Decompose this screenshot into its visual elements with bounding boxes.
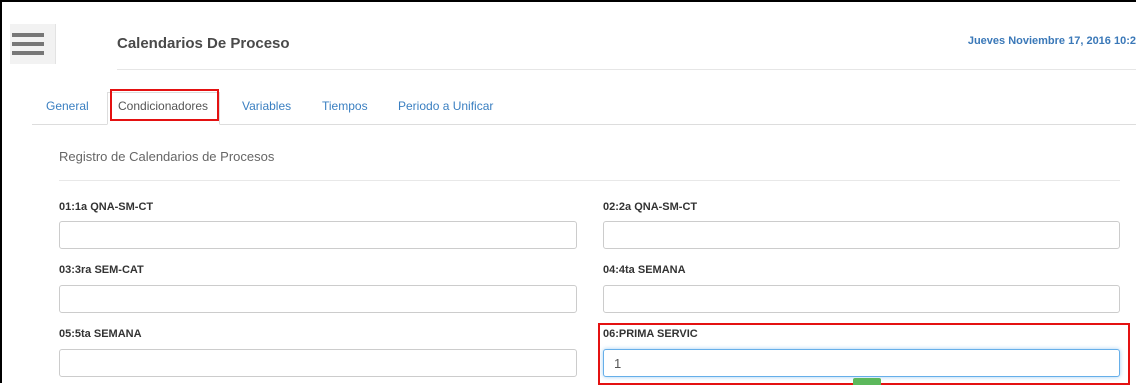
tab-periodo-a-unificar[interactable]: Periodo a Unificar xyxy=(398,99,493,113)
field-label-01: 01:1a QNA-SM-CT xyxy=(59,201,154,213)
input-06-prima-servic[interactable] xyxy=(603,349,1120,377)
input-status-badge xyxy=(853,378,881,385)
tab-condicionadores[interactable]: Condicionadores xyxy=(107,92,220,125)
hamburger-line xyxy=(12,51,44,55)
header-divider xyxy=(117,69,1136,70)
section-title: Registro de Calendarios de Procesos xyxy=(59,149,275,164)
input-03-sem-cat[interactable] xyxy=(59,285,577,313)
tab-bar: General Condicionadores Variables Tiempo… xyxy=(32,92,1136,125)
page-title: Calendarios De Proceso xyxy=(117,35,290,52)
app-frame: Calendarios De Proceso Jueves Noviembre … xyxy=(0,0,1136,385)
field-label-05: 05:5ta SEMANA xyxy=(59,328,142,340)
tab-variables[interactable]: Variables xyxy=(242,99,291,113)
input-02-qna-sm-ct[interactable] xyxy=(603,221,1120,249)
input-01-qna-sm-ct[interactable] xyxy=(59,221,577,249)
tab-tiempos[interactable]: Tiempos xyxy=(322,99,368,113)
section-divider xyxy=(59,180,1120,181)
field-label-02: 02:2a QNA-SM-CT xyxy=(603,201,698,213)
field-label-04: 04:4ta SEMANA xyxy=(603,264,686,276)
input-04-semana[interactable] xyxy=(603,285,1120,313)
hamburger-line xyxy=(12,33,44,37)
tab-general[interactable]: General xyxy=(46,99,89,113)
field-label-06: 06:PRIMA SERVIC xyxy=(603,328,698,340)
hamburger-menu-icon[interactable] xyxy=(10,24,56,64)
tab-condicionadores-label: Condicionadores xyxy=(118,99,209,113)
field-label-03: 03:3ra SEM-CAT xyxy=(59,264,144,276)
header-datetime: Jueves Noviembre 17, 2016 10:2 xyxy=(967,35,1136,47)
hamburger-line xyxy=(12,42,44,46)
input-05-semana[interactable] xyxy=(59,349,577,377)
